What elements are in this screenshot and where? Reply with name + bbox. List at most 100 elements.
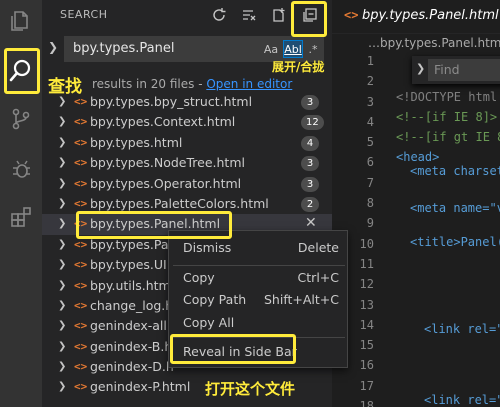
line-number: 8: [366, 196, 374, 211]
line-number: 4: [366, 114, 374, 129]
html-file-icon: <>: [344, 8, 359, 22]
chevron-right-icon[interactable]: ❯: [58, 361, 66, 372]
menu-copy-all-label: Copy All: [183, 315, 235, 330]
code-line: <link rel=": [424, 322, 500, 336]
chevron-right-icon[interactable]: ❯: [58, 381, 66, 392]
chevron-right-icon[interactable]: ❯: [58, 96, 66, 107]
line-number: 6: [366, 155, 374, 170]
chevron-right-icon[interactable]: ❯: [58, 320, 66, 331]
line-number: 3: [366, 94, 374, 109]
file-name: bpy.types.NodeTree.html: [90, 155, 245, 171]
file-row[interactable]: ❯ <> bpy.types.bpy_struct.html 3: [42, 92, 332, 112]
editor-area: <> bpy.types.Panel.html …bpy.types.Panel…: [332, 0, 500, 407]
whole-word-toggle[interactable]: Abl: [283, 40, 303, 58]
chevron-right-icon[interactable]: ❯: [58, 300, 66, 311]
line-number: 2: [366, 74, 374, 89]
file-name: bpy.types.Context.html: [90, 114, 236, 130]
dismiss-icon[interactable]: ✕: [305, 215, 317, 231]
highlight-reveal-item: [170, 334, 296, 364]
match-count-badge: 12: [301, 115, 324, 131]
find-toggle-icon[interactable]: ❯: [416, 62, 425, 75]
menu-item-copy-all[interactable]: Copy All: [169, 314, 349, 334]
extensions-icon[interactable]: [0, 196, 42, 238]
html-file-icon: <>: [74, 278, 88, 292]
code-line: <!DOCTYPE html: [396, 90, 498, 104]
file-name: genindex-B.h: [90, 338, 173, 354]
refresh-icon[interactable]: [208, 4, 230, 26]
menu-item-copy-path[interactable]: Copy Path Shift+Alt+C: [169, 291, 349, 311]
file-name: bpy.types.PaletteColors.html: [90, 195, 269, 211]
line-number: 17: [359, 378, 374, 393]
chevron-right-icon[interactable]: ❯: [58, 178, 66, 189]
regex-toggle[interactable]: .*: [305, 40, 321, 58]
html-file-icon: <>: [74, 176, 88, 190]
clear-results-icon[interactable]: [238, 4, 260, 26]
html-file-icon: <>: [74, 237, 88, 251]
code-line: <link rel=": [424, 393, 500, 407]
file-row[interactable]: ❯ <> bpy.types.NodeTree.html 3: [42, 153, 332, 173]
html-file-icon: <>: [74, 156, 88, 170]
tab-bar: <> bpy.types.Panel.html: [332, 0, 500, 34]
file-name: bpy.types.Operator.html: [90, 175, 242, 191]
toggle-replace-icon[interactable]: ❯: [48, 40, 62, 54]
html-file-icon: <>: [74, 380, 88, 394]
chevron-right-icon[interactable]: ❯: [58, 198, 66, 209]
chevron-right-icon[interactable]: ❯: [58, 137, 66, 148]
breadcrumb[interactable]: …bpy.types.Panel.html: [368, 36, 500, 50]
html-file-icon: <>: [74, 360, 88, 374]
chevron-right-icon[interactable]: ❯: [58, 239, 66, 250]
file-name: bpy.types.bpy_struct.html: [90, 94, 253, 109]
code-line: <meta charset: [410, 164, 500, 178]
highlight-panel-file: [76, 211, 232, 239]
code-line: <!--[if gt IE 8: [396, 130, 500, 144]
source-control-icon[interactable]: [0, 98, 42, 140]
file-row[interactable]: ❯ <> bpy.types.Context.html 12: [42, 112, 332, 132]
tab-active[interactable]: bpy.types.Panel.html: [362, 8, 499, 23]
html-file-icon: <>: [74, 298, 88, 312]
line-number: 5: [366, 135, 374, 150]
annotation-expand-collapse: 展开/合拢: [272, 60, 325, 74]
code-line: <title>Panel(: [410, 235, 500, 249]
match-count-badge: 3: [301, 95, 319, 110]
find-placeholder: Find: [434, 62, 460, 77]
match-case-toggle[interactable]: Aa: [261, 40, 281, 58]
menu-copy-shortcut: Ctrl+C: [297, 270, 339, 285]
chevron-right-icon[interactable]: ❯: [58, 280, 66, 291]
match-count-badge: 4: [301, 135, 319, 151]
file-name: bpy.types.UI: [90, 257, 167, 273]
match-count-badge: 3: [301, 176, 319, 192]
line-number: 18: [359, 399, 374, 407]
file-row[interactable]: ❯ <> bpy.types.html 4: [42, 133, 332, 153]
chevron-right-icon[interactable]: ❯: [58, 259, 66, 270]
annotation-open-file: 打开这个文件: [205, 380, 296, 398]
file-name: genindex-P.html: [90, 379, 191, 395]
chevron-right-icon[interactable]: ❯: [58, 157, 66, 168]
debug-icon[interactable]: [0, 148, 42, 190]
html-file-icon: <>: [74, 339, 88, 353]
highlight-collapse-all: [291, 1, 327, 37]
html-file-icon: <>: [74, 319, 88, 333]
html-file-icon: <>: [74, 258, 88, 272]
file-name: genindex-D.h: [90, 359, 174, 375]
chevron-right-icon[interactable]: ❯: [58, 341, 66, 352]
menu-separator: [173, 265, 345, 266]
chevron-right-icon[interactable]: ❯: [58, 116, 66, 127]
menu-item-dismiss[interactable]: Dismiss Delete: [169, 239, 349, 259]
menu-copy-path-shortcut: Shift+Alt+C: [263, 292, 339, 307]
code-line: <meta name="v: [410, 201, 500, 215]
menu-item-copy[interactable]: Copy Ctrl+C: [169, 269, 349, 289]
results-text: results in 20 files -: [92, 77, 207, 91]
file-row[interactable]: ❯ <> bpy.types.Operator.html 3: [42, 174, 332, 194]
open-in-editor-link[interactable]: Open in editor: [206, 77, 292, 91]
html-file-icon: <>: [74, 196, 88, 210]
explorer-icon[interactable]: [0, 0, 42, 42]
new-search-editor-icon[interactable]: [268, 4, 290, 26]
find-input[interactable]: Find: [428, 59, 500, 81]
line-number: 7: [366, 175, 374, 190]
menu-copy-path-label: Copy Path: [183, 292, 247, 307]
results-summary: results in 20 files - Open in editor: [92, 77, 292, 91]
menu-dismiss-label: Dismiss: [183, 240, 232, 255]
search-query: bpy.types.Panel: [73, 41, 175, 56]
menu-copy-label: Copy: [183, 270, 215, 285]
chevron-right-icon[interactable]: ❯: [58, 218, 66, 229]
